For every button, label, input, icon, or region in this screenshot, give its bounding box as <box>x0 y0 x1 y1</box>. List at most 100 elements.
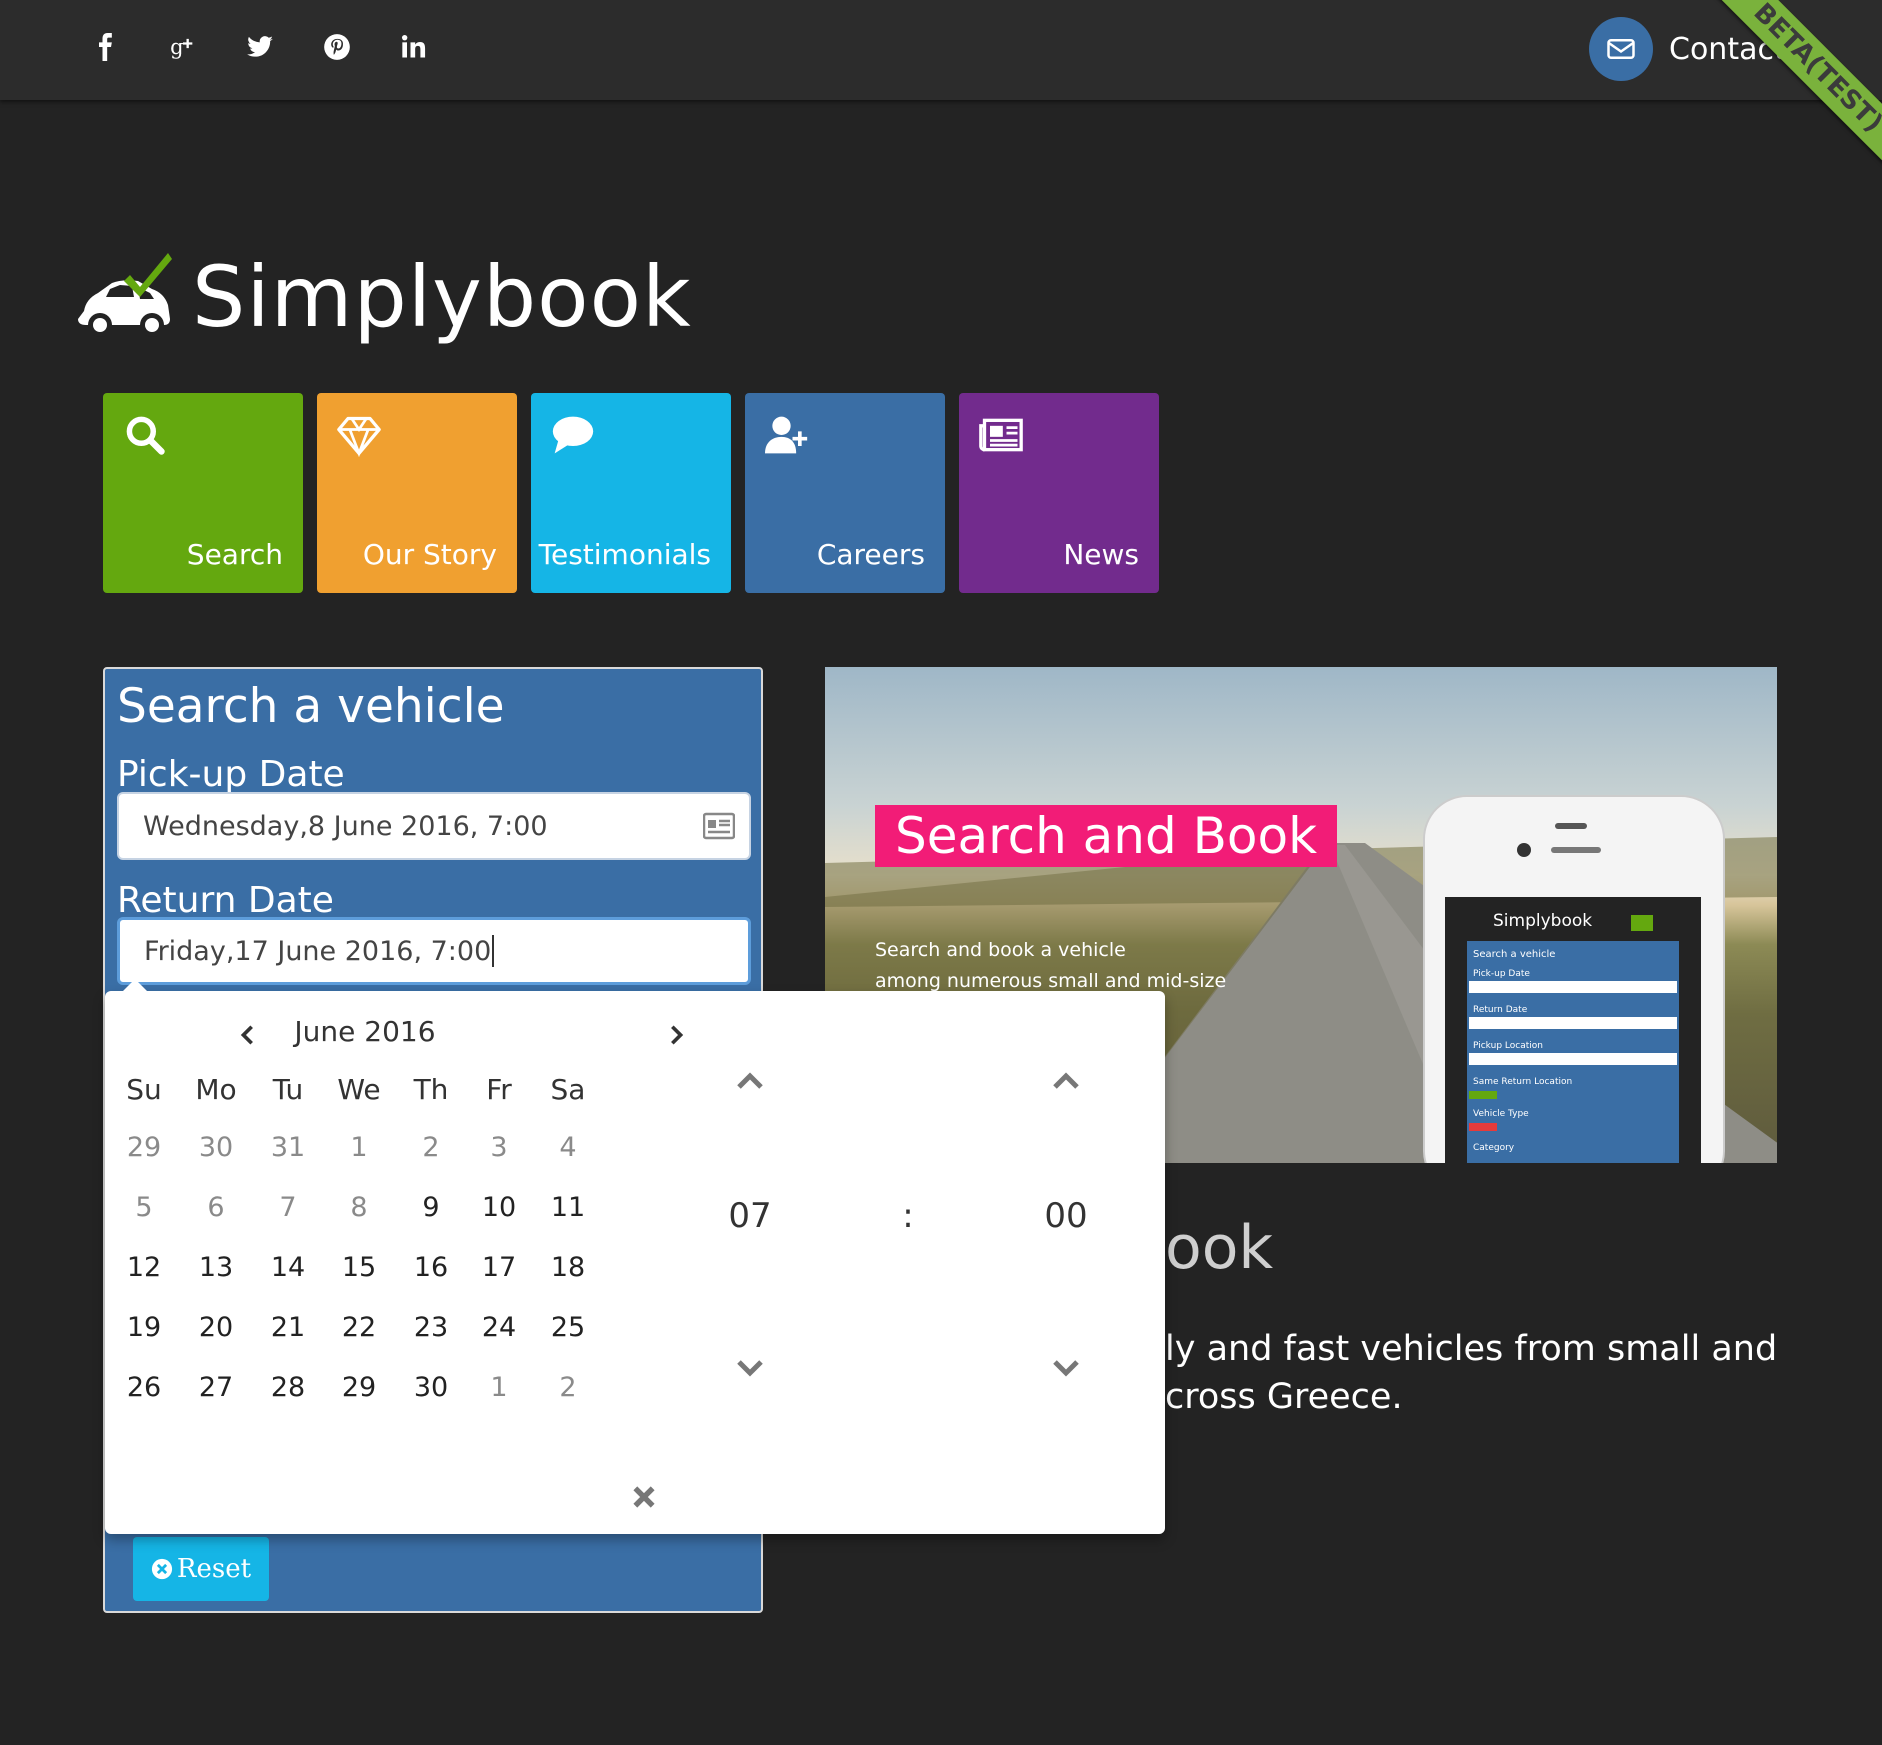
hero-subtext: Search and book a vehicle among numerous… <box>875 935 1226 997</box>
weekday-label: Tu <box>272 1073 304 1106</box>
beta-ribbon-label: BETA(TEST) <box>1711 0 1882 175</box>
tile-news[interactable]: News <box>959 393 1159 593</box>
calendar-day[interactable]: 3 <box>464 1123 534 1173</box>
calendar-day[interactable]: 28 <box>253 1363 323 1413</box>
minute-value[interactable]: 00 <box>1026 1196 1106 1236</box>
hour-up-button[interactable] <box>725 1056 775 1106</box>
calendar-day[interactable]: 23 <box>396 1303 466 1353</box>
calendar-day[interactable]: 21 <box>253 1303 323 1353</box>
calendar-day[interactable]: 5 <box>109 1183 179 1233</box>
phone-field-label: Same Return Location <box>1473 1077 1573 1087</box>
calendar-day[interactable]: 27 <box>181 1363 251 1413</box>
calendar-day[interactable]: 19 <box>109 1303 179 1353</box>
close-icon <box>633 1486 655 1508</box>
chevron-right-icon <box>671 1025 684 1045</box>
tile-search[interactable]: Search <box>103 393 303 593</box>
tile-careers[interactable]: Careers <box>745 393 945 593</box>
calendar-day[interactable]: 8 <box>324 1183 394 1233</box>
twitter-icon[interactable] <box>238 25 282 69</box>
calendar-day[interactable]: 29 <box>109 1123 179 1173</box>
phone-field <box>1469 981 1677 993</box>
calendar-day[interactable]: 30 <box>396 1363 466 1413</box>
calendar-day[interactable]: 24 <box>464 1303 534 1353</box>
picker-close-button[interactable] <box>619 1472 669 1522</box>
hour-value[interactable]: 07 <box>710 1196 790 1236</box>
weekday-label: We <box>337 1073 381 1106</box>
calendar-day[interactable]: 16 <box>396 1243 466 1293</box>
phone-field-label: Return Date <box>1473 1005 1528 1015</box>
weekday-label: Th <box>413 1073 449 1106</box>
minute-down-button[interactable] <box>1041 1343 1091 1393</box>
calendar-day[interactable]: 13 <box>181 1243 251 1293</box>
top-bar: g Contact BETA(TEST) <box>0 0 1882 175</box>
weekday-label: Mo <box>195 1073 237 1106</box>
pickup-date-label: Pick-up Date <box>117 754 345 795</box>
phone-form: Search a vehicle Pick-up Date Return Dat… <box>1467 941 1679 1163</box>
phone-menu-icon <box>1631 915 1653 931</box>
tile-label: Our Story <box>362 538 497 571</box>
tile-our-story[interactable]: Our Story <box>317 393 517 593</box>
return-date-input[interactable]: Friday,17 June 2016, 7:00 <box>117 917 751 985</box>
prev-month-button[interactable] <box>228 1015 268 1055</box>
calendar-day[interactable]: 1 <box>324 1123 394 1173</box>
calendar-day[interactable]: 11 <box>533 1183 603 1233</box>
month-title[interactable]: June 2016 <box>280 1015 450 1048</box>
minute-up-button[interactable] <box>1041 1056 1091 1106</box>
calendar-day[interactable]: 30 <box>181 1123 251 1173</box>
picker-arrow <box>123 979 147 991</box>
calendar-day[interactable]: 29 <box>324 1363 394 1413</box>
section-text-line: cross Greece. <box>1165 1377 1403 1417</box>
linkedin-icon[interactable] <box>392 25 436 69</box>
calendar-day[interactable]: 22 <box>324 1303 394 1353</box>
google-plus-icon[interactable]: g <box>161 25 205 69</box>
calendar-day[interactable]: 12 <box>109 1243 179 1293</box>
nav-tiles: Search Our Story Testimonials Careers Ne… <box>103 393 1159 593</box>
section-text-line: ly and fast vehicles from small and <box>1165 1329 1778 1369</box>
calendar-day[interactable]: 14 <box>253 1243 323 1293</box>
pickup-date-input[interactable]: Wednesday,8 June 2016, 7:00 <box>117 792 751 860</box>
hero-subtext-line: Search and book a vehicle <box>875 939 1126 961</box>
beta-ribbon: BETA(TEST) <box>1702 0 1882 180</box>
text-cursor <box>492 935 495 967</box>
calendar-day[interactable]: 9 <box>396 1183 466 1233</box>
calendar-day[interactable]: 7 <box>253 1183 323 1233</box>
comment-icon <box>551 413 595 457</box>
return-date-value: Friday,17 June 2016, 7:00 <box>144 935 492 967</box>
calendar-day[interactable]: 6 <box>181 1183 251 1233</box>
datetime-picker: June 2016 Su Mo Tu We Th Fr Sa 29 30 31 1 2 3 4 5 6 7 8 9… <box>105 979 1165 1534</box>
calendar-day[interactable]: 10 <box>464 1183 534 1233</box>
calendar-day[interactable]: 31 <box>253 1123 323 1173</box>
calendar-day[interactable]: 18 <box>533 1243 603 1293</box>
calendar-day[interactable]: 26 <box>109 1363 179 1413</box>
section-text: ly and fast vehicles from small and cros… <box>1165 1325 1777 1421</box>
hour-down-button[interactable] <box>725 1343 775 1393</box>
calendar-day[interactable]: 15 <box>324 1243 394 1293</box>
phone-mockup: Simplybook Search a vehicle Pick-up Date… <box>1423 795 1725 1163</box>
next-month-button[interactable] <box>656 1015 696 1055</box>
calendar-day[interactable]: 2 <box>533 1363 603 1413</box>
calendar-day[interactable]: 25 <box>533 1303 603 1353</box>
reset-button[interactable]: Reset <box>133 1537 269 1601</box>
social-links: g <box>84 25 436 69</box>
calendar-day[interactable]: 4 <box>533 1123 603 1173</box>
tile-testimonials[interactable]: Testimonials <box>531 393 731 593</box>
chevron-up-icon <box>737 1072 763 1089</box>
calendar-day[interactable]: 2 <box>396 1123 466 1173</box>
phone-field-label: Pick-up Date <box>1473 969 1530 979</box>
calendar-day[interactable]: 1 <box>464 1363 534 1413</box>
calendar-day[interactable]: 20 <box>181 1303 251 1353</box>
calendar-icon[interactable] <box>703 812 735 840</box>
diamond-icon <box>337 413 381 458</box>
facebook-icon[interactable] <box>84 25 128 69</box>
tile-label: Careers <box>816 538 925 571</box>
car-check-icon <box>78 253 172 337</box>
chevron-down-icon <box>1053 1360 1079 1377</box>
chevron-down-icon <box>737 1360 763 1377</box>
phone-field-label: Vehicle Type <box>1473 1109 1529 1119</box>
newspaper-icon <box>979 413 1023 457</box>
reset-label: Reset <box>176 1554 252 1584</box>
pinterest-icon[interactable] <box>315 25 359 69</box>
site-logo[interactable]: Simplybook <box>72 248 692 346</box>
phone-title: Simplybook <box>1493 911 1593 931</box>
calendar-day[interactable]: 17 <box>464 1243 534 1293</box>
